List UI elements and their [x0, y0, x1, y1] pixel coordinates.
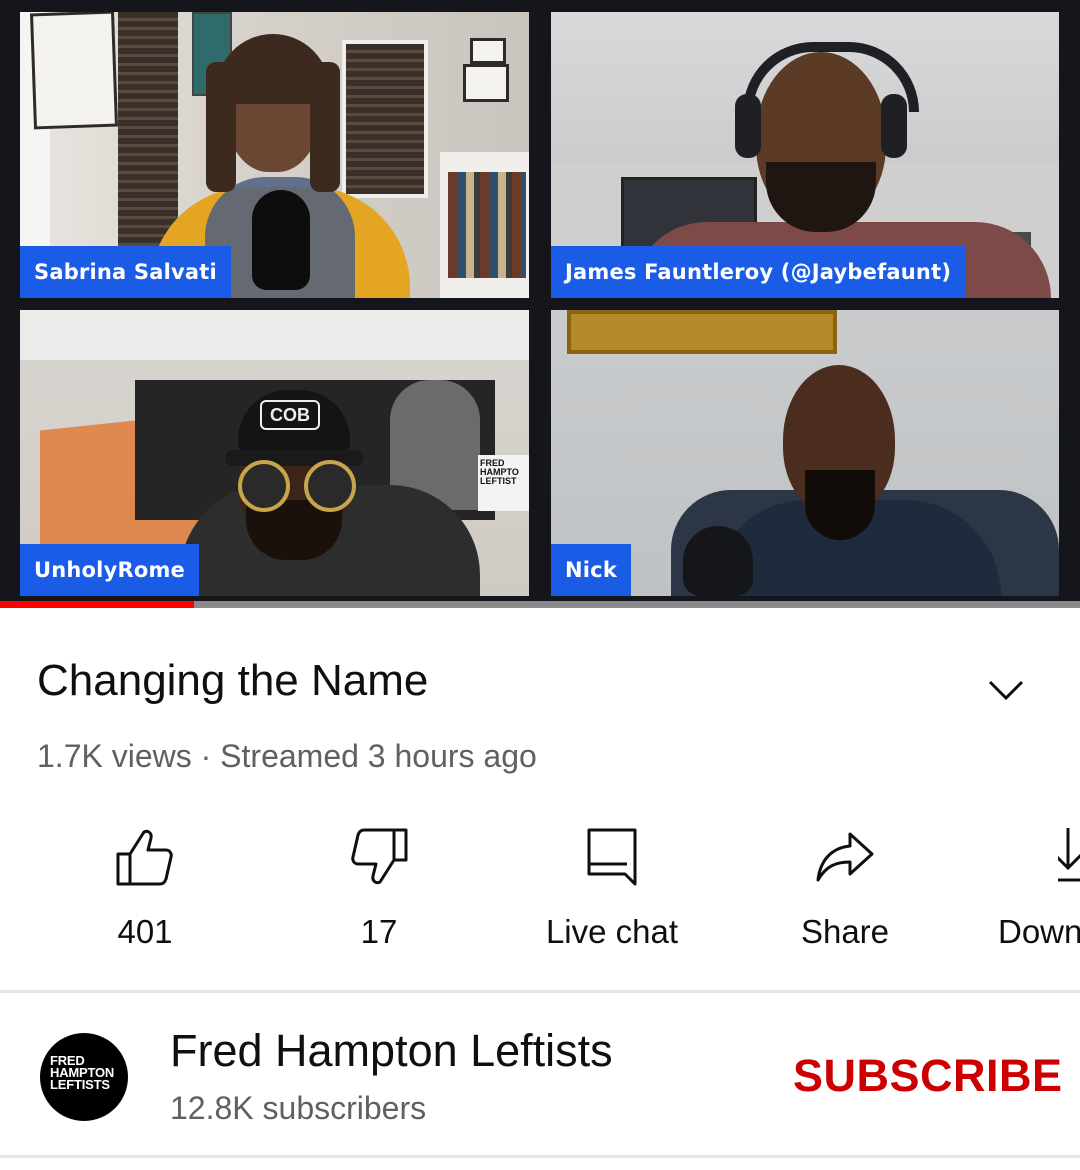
- participant-name-tag: Nick: [551, 544, 631, 596]
- live-chat-label: Live chat: [545, 913, 679, 950]
- action-bar: 401 17 Live chat Share Down: [0, 820, 1080, 970]
- participant-tile-2: James Fauntleroy (@Jaybefaunt): [551, 12, 1059, 298]
- participant-name-tag: Sabrina Salvati: [20, 246, 231, 298]
- video-progress-played: [0, 601, 195, 608]
- share-icon: [816, 832, 874, 882]
- meta-separator: ·: [200, 738, 212, 774]
- download-label: Down: [998, 913, 1080, 950]
- participant-tile-1: Sabrina Salvati: [20, 12, 529, 298]
- channel-name[interactable]: Fred Hampton Leftists: [170, 1025, 613, 1077]
- download-icon: [1058, 828, 1080, 882]
- participant-name-tag: James Fauntleroy (@Jaybefaunt): [551, 246, 966, 298]
- thumbs-down-icon: [351, 828, 408, 885]
- live-chat-button[interactable]: Live chat: [512, 820, 712, 970]
- video-player[interactable]: Sabrina Salvati James Fauntleroy (@Jaybe…: [0, 0, 1080, 608]
- dislike-count: 17: [360, 913, 398, 950]
- share-button[interactable]: Share: [745, 820, 945, 970]
- video-meta[interactable]: 1.7K views · Streamed 3 hours ago: [37, 738, 537, 775]
- bottom-divider: [0, 1155, 1080, 1158]
- chevron-down-icon[interactable]: [984, 670, 1028, 710]
- share-label: Share: [800, 913, 890, 950]
- subscribe-button[interactable]: SUBSCRIBE: [793, 1050, 1063, 1102]
- dislike-button[interactable]: 17: [279, 820, 479, 970]
- like-button[interactable]: 401: [45, 820, 245, 970]
- cap-logo: COB: [260, 400, 320, 430]
- channel-avatar[interactable]: FRED HAMPTON LEFTISTS: [40, 1033, 128, 1121]
- video-progress-bar[interactable]: [0, 601, 1080, 608]
- like-count: 401: [117, 913, 173, 950]
- live-chat-icon: [587, 828, 637, 886]
- stream-time: Streamed 3 hours ago: [220, 738, 537, 774]
- participant-tile-3: FRED HAMPTO LEFTIST COB UnholyRome: [20, 310, 529, 596]
- view-count: 1.7K views: [37, 738, 192, 774]
- download-button[interactable]: Down: [978, 820, 1080, 970]
- subscriber-count: 12.8K subscribers: [170, 1090, 427, 1126]
- video-title[interactable]: Changing the Name: [37, 656, 428, 706]
- poster-logo: FRED HAMPTO LEFTIST: [478, 455, 529, 511]
- section-divider: [0, 990, 1080, 993]
- thumbs-up-icon: [116, 829, 173, 886]
- avatar-logo-text: FRED HAMPTON LEFTISTS: [50, 1053, 115, 1092]
- participant-name-tag: UnholyRome: [20, 544, 199, 596]
- participant-tile-4: Nick: [551, 310, 1059, 596]
